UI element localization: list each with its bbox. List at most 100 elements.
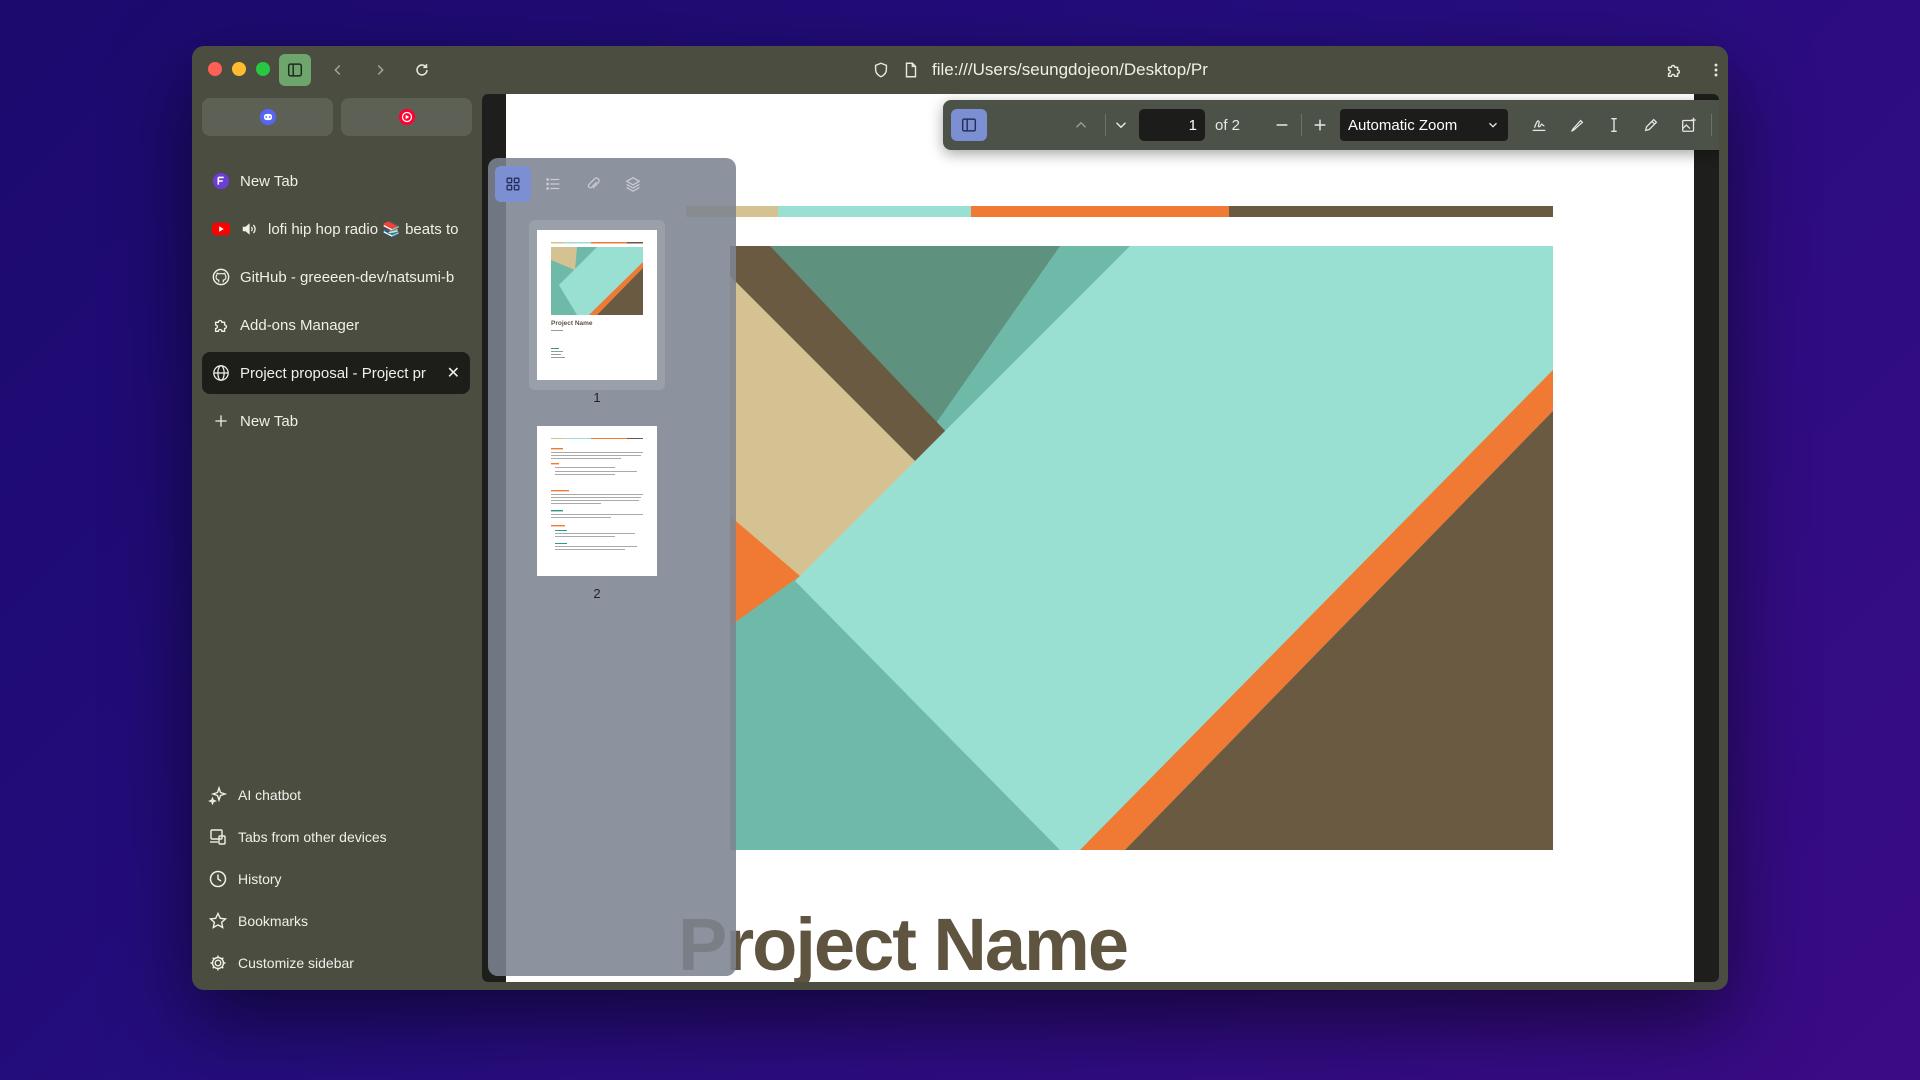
- page-count-label: of 2: [1215, 116, 1241, 134]
- text-cursor-icon: [1611, 118, 1617, 132]
- back-button[interactable]: [322, 54, 354, 86]
- youtube-music-pinned-tab[interactable]: [341, 98, 472, 136]
- toolbar-divider: [1301, 114, 1302, 136]
- tab-label: Add-ons Manager: [240, 316, 360, 334]
- page-1-number: 1: [593, 390, 601, 405]
- sidebar-bottom-links: AI chatbot Tabs from other devices Histo…: [208, 774, 387, 984]
- tab-item[interactable]: New Tab: [202, 160, 470, 202]
- menu-button[interactable]: [1700, 54, 1728, 86]
- layers-view-tab[interactable]: [615, 166, 651, 202]
- bookmarks-link[interactable]: Bookmarks: [208, 900, 387, 942]
- tab-label: New Tab: [240, 412, 299, 430]
- browser-window: file:///Users/seungdojeon/Desktop/Pr New…: [192, 46, 1728, 990]
- highlight-button[interactable]: [1561, 109, 1593, 141]
- kebab-menu-icon: [1714, 63, 1718, 77]
- pdf-toolbar: 1 of 2 Automatic Zoom: [943, 100, 1719, 150]
- content-area: Project Name 1 of 2 Automatic Zoom Proje…: [482, 94, 1719, 982]
- previous-page-button[interactable]: [1067, 109, 1095, 141]
- page-1-thumbnail[interactable]: Project Name: [537, 230, 657, 380]
- gear-icon: [210, 955, 226, 971]
- signature-button[interactable]: [1523, 109, 1555, 141]
- star-icon: [208, 911, 228, 929]
- tab-item[interactable]: lofi hip hop radio 📚 beats to: [202, 208, 470, 250]
- toolbar-divider: [1711, 114, 1712, 136]
- tab-label: New Tab: [240, 172, 299, 190]
- chevron-up-icon: [1075, 121, 1087, 128]
- url-text: file:///Users/seungdojeon/Desktop/Pr: [932, 60, 1208, 79]
- thumbnail-panel-tabs: [495, 166, 651, 202]
- close-window-button[interactable]: [208, 62, 222, 76]
- add-image-icon: [1682, 117, 1696, 132]
- list-icon: [546, 178, 560, 190]
- extensions-button[interactable]: [1658, 54, 1690, 86]
- zoom-window-button[interactable]: [256, 62, 270, 76]
- history-link[interactable]: History: [208, 858, 387, 900]
- minimize-window-button[interactable]: [232, 62, 246, 76]
- tab-list: New Tab lofi hip hop radio 📚 beats to Gi…: [202, 160, 470, 448]
- url-bar[interactable]: file:///Users/seungdojeon/Desktop/Pr: [872, 56, 1208, 84]
- color-bar-orange: [971, 206, 1229, 217]
- minus-icon: [1276, 124, 1288, 126]
- youtube-music-icon: [398, 108, 415, 126]
- chevron-left-icon: [334, 64, 341, 76]
- reload-icon: [416, 64, 428, 76]
- sidebar-icon: [287, 63, 303, 77]
- tab-label: Project proposal - Project pr: [240, 364, 426, 382]
- discord-pinned-tab[interactable]: [202, 98, 333, 136]
- plus-icon: [212, 412, 230, 430]
- next-page-button[interactable]: [1107, 109, 1135, 141]
- tabs-from-other-devices-link[interactable]: Tabs from other devices: [208, 816, 387, 858]
- forward-button[interactable]: [364, 54, 396, 86]
- page-number-input[interactable]: 1: [1139, 109, 1205, 141]
- page-2-thumbnail[interactable]: [537, 426, 657, 576]
- customize-sidebar-label: Customize sidebar: [238, 955, 354, 971]
- toggle-thumbnails-button[interactable]: [951, 109, 987, 141]
- tab-item-active[interactable]: Project proposal - Project pr ✕: [202, 352, 470, 394]
- tab-label: GitHub - greeeen-dev/natsumi-b: [240, 268, 455, 286]
- close-tab-icon[interactable]: ✕: [447, 363, 460, 383]
- chevron-down-icon: [1489, 122, 1497, 128]
- paperclip-icon: [587, 177, 600, 189]
- thumbnails-view-tab[interactable]: [495, 166, 531, 202]
- highlighter-icon: [1571, 119, 1584, 132]
- zen-logo-icon: [212, 172, 230, 190]
- zoom-select[interactable]: Automatic Zoom: [1340, 109, 1508, 141]
- ai-chatbot-link[interactable]: AI chatbot: [208, 774, 387, 816]
- pinned-tabs: [202, 98, 472, 136]
- ai-chatbot-label: AI chatbot: [238, 787, 302, 803]
- github-icon: [212, 268, 230, 286]
- zoom-out-button[interactable]: [1267, 109, 1297, 141]
- sparkle-icon: [208, 785, 228, 805]
- tab-item[interactable]: Add-ons Manager: [202, 304, 470, 346]
- clock-icon: [209, 870, 227, 888]
- toolbar-divider: [1105, 114, 1106, 136]
- youtube-icon: [212, 220, 230, 238]
- draw-button[interactable]: [1635, 109, 1667, 141]
- chevron-right-icon: [377, 64, 384, 76]
- zoom-in-button[interactable]: [1305, 109, 1335, 141]
- signature-icon: [1532, 120, 1546, 132]
- customize-sidebar-link[interactable]: Customize sidebar: [208, 942, 387, 984]
- zoom-select-value: Automatic Zoom: [1348, 116, 1458, 134]
- print-button[interactable]: [1717, 109, 1719, 141]
- tab-item[interactable]: GitHub - greeeen-dev/natsumi-b: [202, 256, 470, 298]
- text-button[interactable]: [1598, 109, 1630, 141]
- color-bar-brown: [1229, 206, 1553, 217]
- add-image-button[interactable]: [1673, 109, 1705, 141]
- reload-button[interactable]: [406, 54, 438, 86]
- sidebar-toggle-button[interactable]: [279, 54, 311, 86]
- shield-icon: [874, 62, 888, 78]
- devices-icon: [210, 829, 226, 845]
- new-tab-button[interactable]: New Tab: [202, 400, 470, 442]
- sidebar: New Tab lofi hip hop radio 📚 beats to Gi…: [192, 94, 482, 990]
- top-bar: file:///Users/seungdojeon/Desktop/Pr: [192, 46, 1728, 94]
- tab-label: lofi hip hop radio 📚 beats to: [268, 221, 459, 238]
- speaker-icon[interactable]: [240, 220, 258, 238]
- chevron-down-icon: [1115, 122, 1127, 129]
- color-bar-mint: [778, 206, 971, 217]
- outline-view-tab[interactable]: [535, 166, 571, 202]
- tabs-from-other-devices-label: Tabs from other devices: [238, 829, 387, 845]
- attachments-view-tab[interactable]: [575, 166, 611, 202]
- document-title: Project Name: [678, 903, 1129, 982]
- cover-artwork: [730, 246, 1553, 850]
